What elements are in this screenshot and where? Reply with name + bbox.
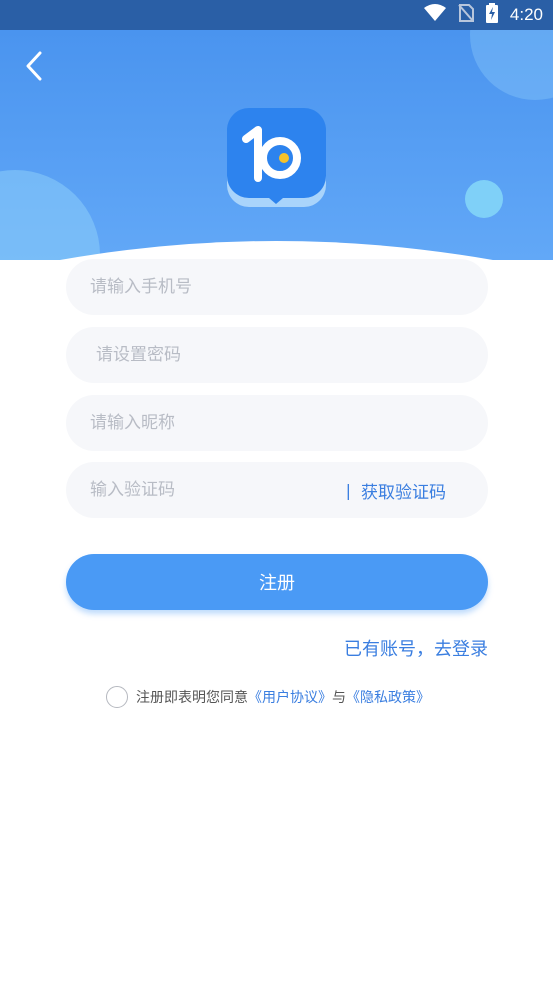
password-input[interactable] [66, 327, 488, 383]
phone-input[interactable] [66, 259, 488, 315]
agreement-checkbox[interactable] [106, 686, 128, 708]
decor-bubble [470, 30, 553, 100]
code-field-wrapper: | 获取验证码 [66, 462, 488, 518]
no-sim-icon [458, 4, 474, 26]
nickname-input[interactable] [66, 395, 488, 451]
decor-bubble [465, 180, 503, 218]
agreement-row: 注册即表明您同意 《用户协议》 与 《隐私政策》 [106, 684, 430, 710]
agreement-prefix: 注册即表明您同意 [136, 690, 248, 706]
login-link[interactable]: 已有账号，去登录 [344, 635, 488, 661]
wifi-icon [423, 4, 446, 26]
password-field-wrapper [66, 327, 488, 383]
phone-field-wrapper [66, 259, 488, 315]
register-button[interactable]: 注册 [66, 554, 488, 610]
battery-charging-icon [485, 3, 498, 27]
get-code-button[interactable]: | 获取验证码 [346, 478, 488, 503]
verification-code-input[interactable] [66, 462, 346, 518]
app-logo-icon [227, 108, 326, 207]
back-button[interactable] [18, 48, 50, 84]
privacy-policy-link[interactable]: 《隐私政策》 [346, 687, 430, 707]
wave-divider [60, 241, 493, 260]
status-bar: 4:20 [0, 0, 553, 30]
get-code-label: 获取验证码 [361, 482, 446, 503]
chevron-left-icon [26, 51, 42, 81]
app-logo [227, 108, 326, 207]
get-code-separator: | [345, 480, 351, 500]
user-agreement-link[interactable]: 《用户协议》 [248, 687, 332, 707]
nickname-field-wrapper [66, 395, 488, 451]
agreement-conjunction: 与 [332, 690, 346, 706]
status-time: 4:20 [509, 5, 543, 24]
status-icons: 4:20 [423, 0, 543, 30]
